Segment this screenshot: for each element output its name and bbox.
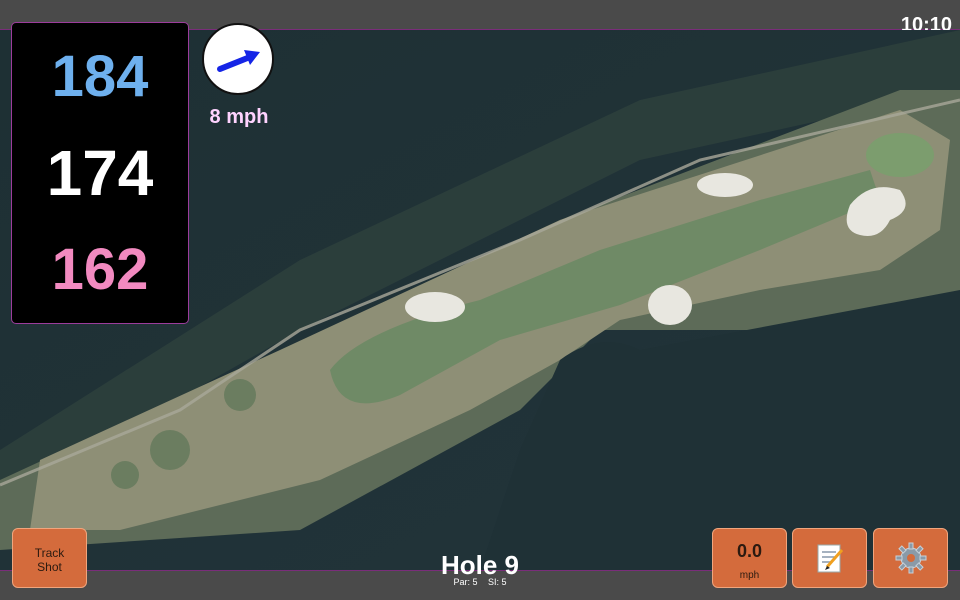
- speed-value: 0.0: [736, 541, 763, 561]
- settings-button[interactable]: [873, 528, 948, 588]
- front-distance: 162: [51, 237, 149, 302]
- wind-indicator: [202, 23, 274, 95]
- hole-si: SI: 5: [488, 577, 507, 587]
- speed-unit: mph: [739, 570, 760, 581]
- hole-par: Par: 5: [453, 577, 478, 587]
- hole-meta: Par: 5 SI: 5: [380, 577, 580, 587]
- gear-icon: [895, 542, 926, 574]
- middle-distance: 174: [46, 137, 154, 209]
- notepad-icon: [817, 544, 843, 573]
- back-distance: 184: [51, 44, 149, 109]
- speed-button[interactable]: 0.0 mph: [712, 528, 787, 588]
- track-shot-button[interactable]: Track Shot: [12, 528, 87, 588]
- wind-speed: 8 mph: [209, 106, 269, 128]
- wind-arrow-icon: [217, 50, 260, 72]
- track-shot-label: Track Shot: [34, 546, 65, 574]
- notes-button[interactable]: [792, 528, 867, 588]
- distance-panel: 184 174 162: [11, 22, 189, 324]
